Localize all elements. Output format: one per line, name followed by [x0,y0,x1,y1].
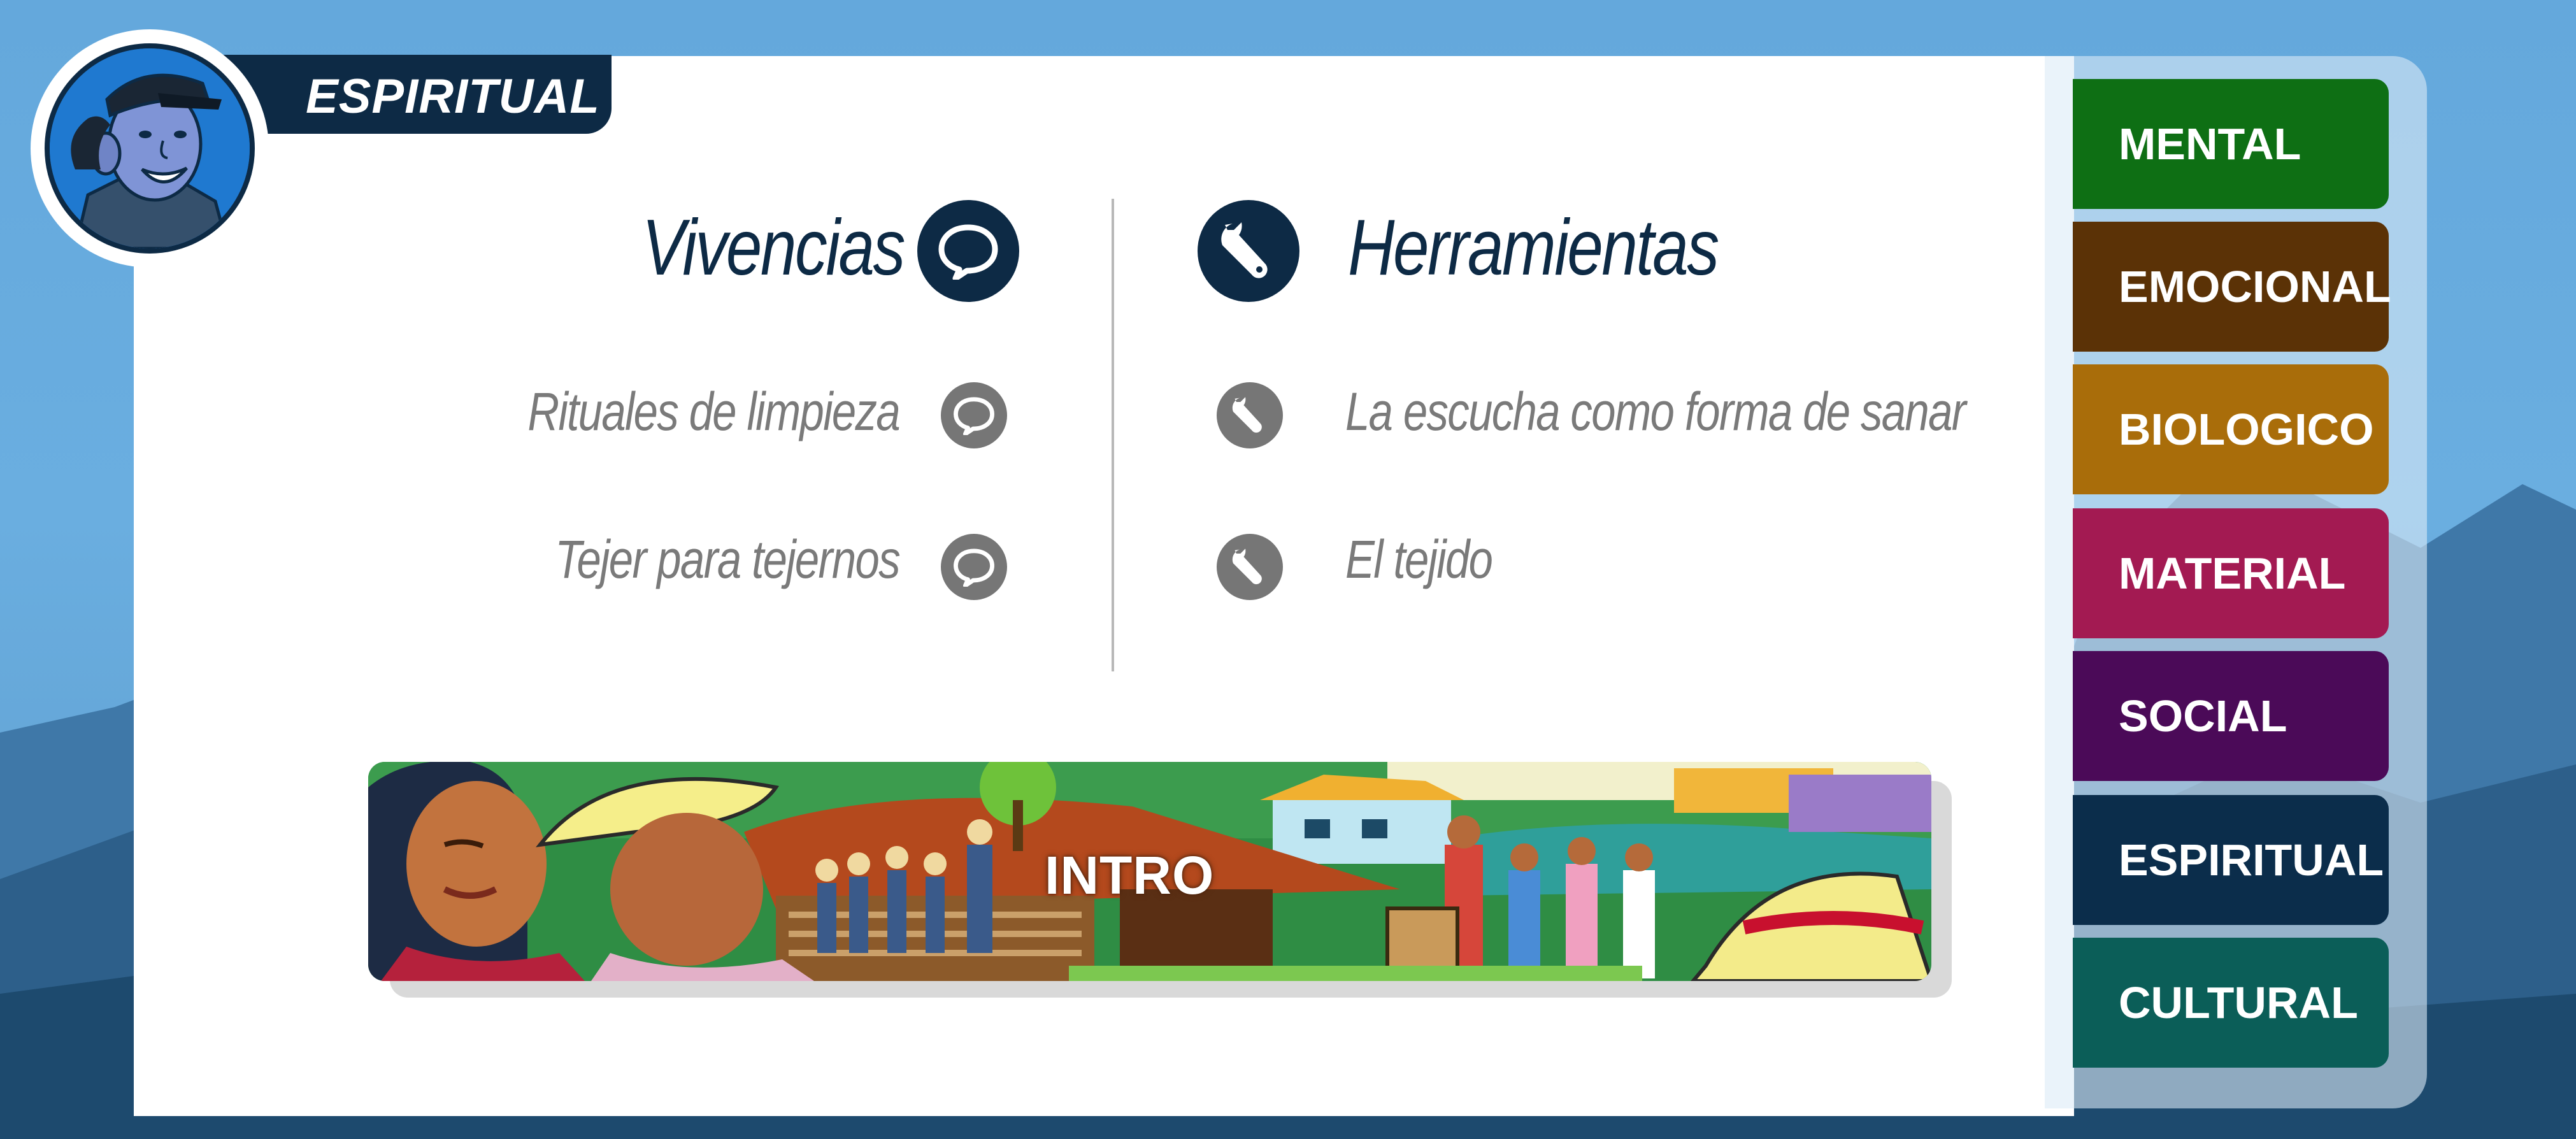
sidebar-item-label: SOCIAL [2119,691,2287,741]
sidebar-item-label: MENTAL [2119,119,2301,169]
sidebar-item-mental[interactable]: MENTAL [2073,79,2389,209]
intro-label: INTRO [1045,845,1215,905]
speech-bubble-icon[interactable] [941,534,1007,600]
vivencias-item-rituales[interactable]: Rituales de limpieza [377,381,900,443]
column-divider [1112,199,1114,671]
herramientas-item-tejido[interactable]: El tejido [1345,529,1493,591]
sidebar-item-label: EMOCIONAL [2119,262,2391,312]
wrench-icon[interactable] [1217,382,1283,448]
sidebar-item-label: ESPIRITUAL [2119,835,2384,885]
speech-bubble-icon[interactable] [941,382,1007,448]
wrench-icon[interactable] [1217,534,1283,600]
sidebar-item-emocional[interactable]: EMOCIONAL [2073,222,2391,352]
sidebar-item-label: MATERIAL [2119,548,2346,598]
wrench-icon [1198,200,1299,302]
speech-bubble-icon [917,200,1019,302]
avatar [45,43,255,254]
sidebar-item-cultural[interactable]: CULTURAL [2073,938,2389,1068]
sidebar-item-label: CULTURAL [2119,978,2358,1028]
intro-banner[interactable]: INTRO [368,762,1931,981]
sidebar-item-biologico[interactable]: BIOLOGICO [2073,364,2389,494]
sidebar-item-label: BIOLOGICO [2119,405,2374,454]
herramientas-heading: Herramientas [1348,204,1719,292]
section-title: ESPIRITUAL [306,69,600,124]
character-illustration [50,48,250,248]
sidebar-item-material[interactable]: MATERIAL [2073,508,2389,638]
sidebar-item-espiritual[interactable]: ESPIRITUAL [2073,795,2389,925]
herramientas-item-escucha[interactable]: La escucha como forma de sanar [1345,381,1966,443]
vivencias-item-tejer[interactable]: Tejer para tejernos [377,529,900,591]
vivencias-heading: Vivencias [641,204,906,292]
sidebar-item-social[interactable]: SOCIAL [2073,651,2389,781]
